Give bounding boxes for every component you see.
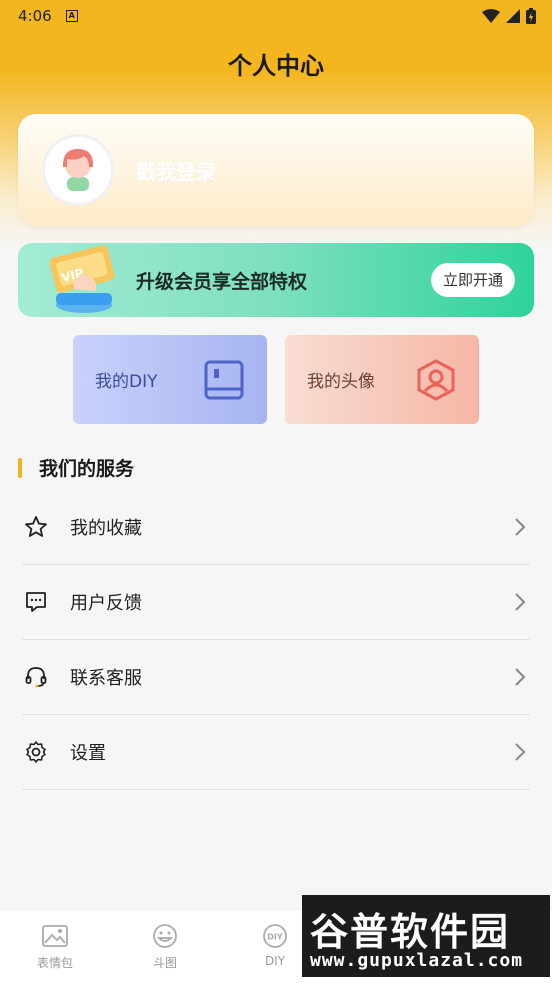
login-card[interactable]: 戳我登录 [18, 114, 534, 226]
signal-icon [506, 9, 520, 23]
battery-icon [526, 8, 536, 24]
my-diy-label: 我的DIY [95, 372, 158, 392]
watermark: 谷普软件园 www.gupuxlazal.com [302, 895, 550, 977]
services-menu: 我的收藏 用户反馈 联系客服 设置 [22, 490, 530, 790]
default-avatar-icon [45, 137, 111, 203]
my-avatar-tile[interactable]: 我的头像 [285, 335, 479, 424]
services-title: 我们的服务 [39, 458, 135, 480]
menu-item-label: 设置 [70, 743, 106, 764]
chevron-right-icon [515, 668, 526, 686]
image-icon [42, 925, 68, 947]
nav-tab-label: 斗图 [152, 956, 177, 970]
chat-icon [22, 588, 50, 616]
activate-vip-button[interactable]: 立即开通 [431, 263, 515, 297]
menu-item-label: 联系客服 [70, 668, 142, 689]
chevron-right-icon [515, 593, 526, 611]
menu-item-label: 用户反馈 [70, 593, 142, 614]
diy-icon: DIY [263, 924, 287, 948]
watermark-url: www.gupuxlazal.com [310, 950, 524, 971]
login-prompt[interactable]: 戳我登录 [136, 156, 216, 185]
vip-card-icon: VIP [49, 245, 115, 313]
menu-item-label: 我的收藏 [70, 518, 142, 539]
wifi-icon [482, 9, 500, 23]
menu-item-favorites[interactable]: 我的收藏 [22, 490, 530, 565]
a-icon: A [65, 10, 78, 22]
avatar[interactable] [42, 134, 114, 206]
nav-tab-label: 表情包 [36, 956, 73, 970]
status-time: 4:06 [18, 7, 52, 25]
my-diy-tile[interactable]: 我的DIY [73, 335, 267, 424]
nav-tab-emoji-pack[interactable]: 表情包 [0, 910, 110, 983]
watermark-title: 谷普软件园 [310, 910, 511, 954]
menu-item-customer-service[interactable]: 联系客服 [22, 640, 530, 715]
chevron-right-icon [515, 743, 526, 761]
page-title: 个人中心 [228, 52, 324, 80]
menu-item-settings[interactable]: 设置 [22, 715, 530, 790]
vip-banner-text: 升级会员享全部特权 [136, 271, 308, 293]
services-heading: 我们的服务 [18, 454, 134, 481]
my-avatar-label: 我的头像 [307, 372, 375, 392]
svg-text:DIY: DIY [267, 933, 283, 942]
status-icons [482, 8, 536, 24]
status-bar: 4:06 A [0, 0, 552, 32]
nav-tab-battle[interactable]: 斗图 [110, 910, 220, 983]
section-accent-bar [18, 457, 22, 478]
chevron-right-icon [515, 518, 526, 536]
smile-icon [153, 924, 177, 948]
vip-banner[interactable]: VIP 升级会员享全部特权 立即开通 [18, 243, 534, 317]
gear-icon [22, 738, 50, 766]
menu-item-feedback[interactable]: 用户反馈 [22, 565, 530, 640]
user-hexagon-icon [417, 358, 455, 401]
book-icon [204, 360, 244, 399]
star-icon [22, 513, 50, 541]
headset-icon [22, 663, 50, 691]
